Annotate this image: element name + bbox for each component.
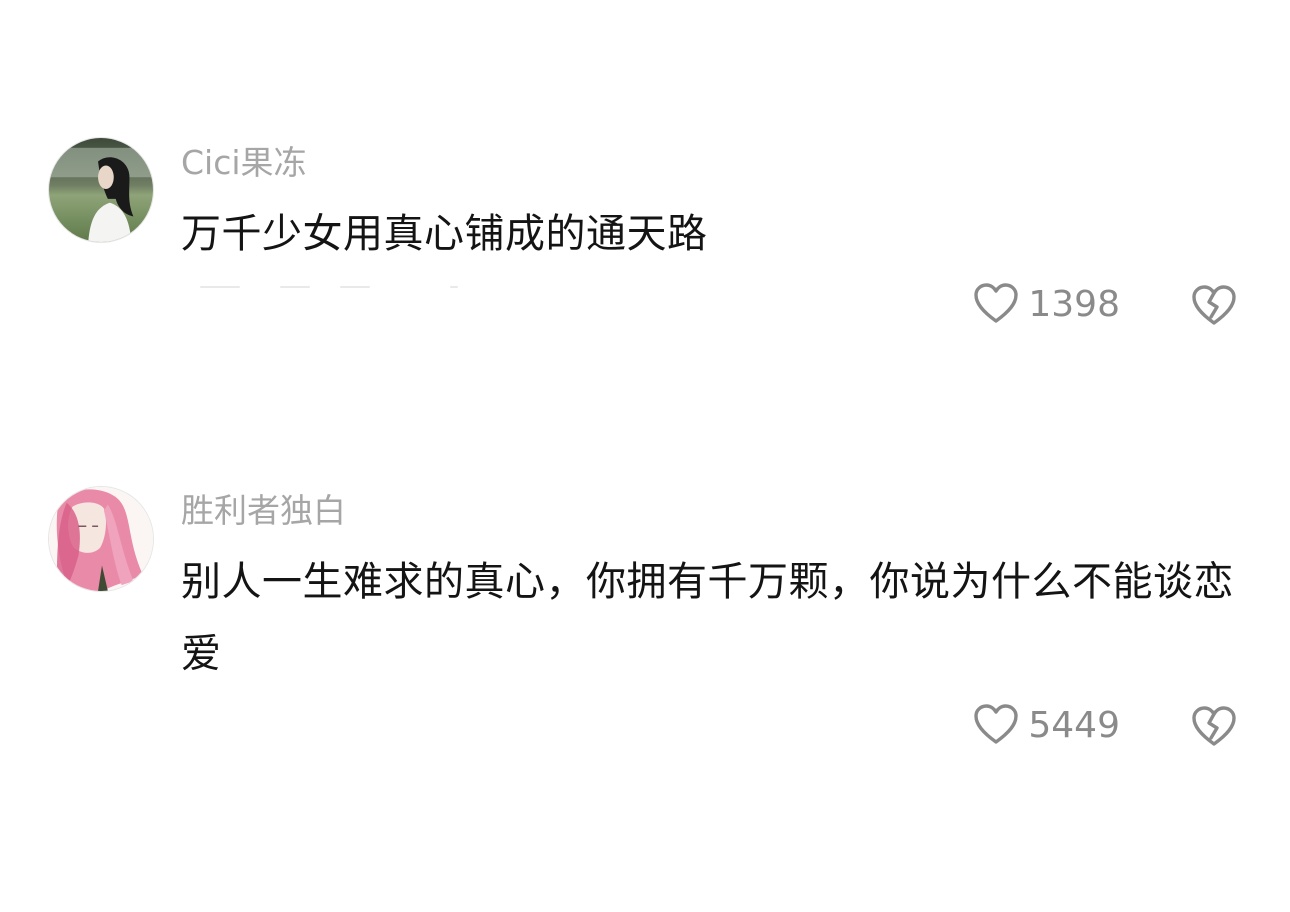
broken-heart-outline-icon [1190,706,1238,754]
comment-text: 万千少女用真心铺成的通天路 [181,211,708,257]
like-count: 1398 [1028,284,1120,325]
avatar-illustration [49,487,153,591]
like-button[interactable]: 5449 [972,696,1120,756]
comment-text: 别人一生难求的真心，你拥有千万颗，你说为什么不能谈恋爱 [181,559,1234,677]
comment-actions: 5449 [0,696,1290,756]
heart-outline-icon [972,702,1020,750]
avatar[interactable] [48,137,154,243]
comment-username[interactable]: Cici果冻 [181,143,307,183]
avatar-photo [49,138,153,242]
comment-actions: 1398 [0,275,1290,335]
like-count: 5449 [1028,705,1120,746]
broken-heart-outline-icon [1190,285,1238,333]
heart-outline-icon [972,281,1020,329]
like-button[interactable]: 1398 [972,275,1120,335]
avatar[interactable] [48,486,154,592]
dislike-button[interactable] [1190,702,1238,750]
dislike-button[interactable] [1190,281,1238,329]
comment-username[interactable]: 胜利者独白 [181,491,346,531]
